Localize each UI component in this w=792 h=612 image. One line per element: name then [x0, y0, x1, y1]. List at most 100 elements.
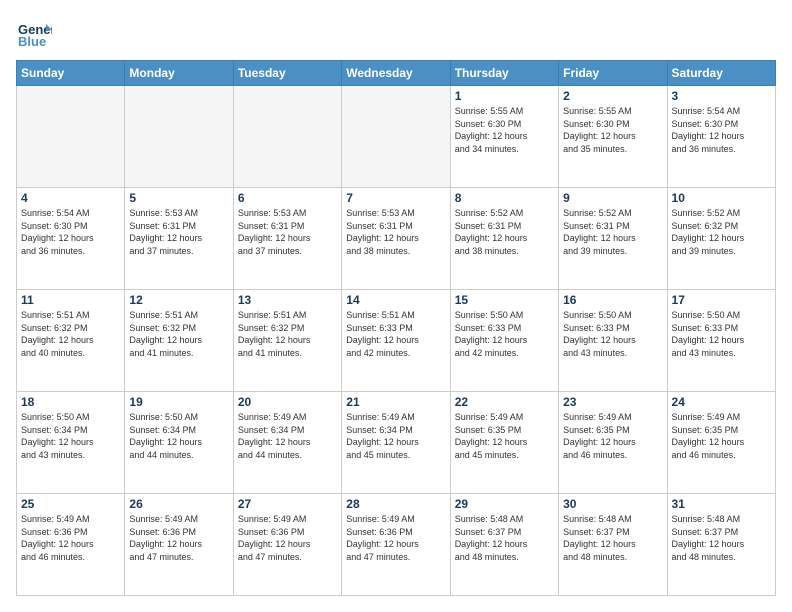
day-number: 12 [129, 293, 228, 307]
calendar-cell: 3 Sunrise: 5:54 AM Sunset: 6:30 PM Daylig… [667, 86, 775, 188]
day-info: Sunrise: 5:53 AM Sunset: 6:31 PM Dayligh… [238, 207, 337, 257]
calendar-cell: 25 Sunrise: 5:49 AM Sunset: 6:36 PM Dayli… [17, 494, 125, 596]
day-info: Sunrise: 5:49 AM Sunset: 6:36 PM Dayligh… [238, 513, 337, 563]
day-info: Sunrise: 5:55 AM Sunset: 6:30 PM Dayligh… [455, 105, 554, 155]
calendar-cell: 31 Sunrise: 5:48 AM Sunset: 6:37 PM Dayli… [667, 494, 775, 596]
day-info: Sunrise: 5:51 AM Sunset: 6:32 PM Dayligh… [129, 309, 228, 359]
day-number: 15 [455, 293, 554, 307]
calendar-cell: 18 Sunrise: 5:50 AM Sunset: 6:34 PM Dayli… [17, 392, 125, 494]
calendar-cell [342, 86, 450, 188]
day-number: 30 [563, 497, 662, 511]
calendar-cell: 1Sunrise: 5:55 AM Sunset: 6:30 PM Daylig… [450, 86, 558, 188]
day-info: Sunrise: 5:49 AM Sunset: 6:35 PM Dayligh… [563, 411, 662, 461]
week-row-1: 1Sunrise: 5:55 AM Sunset: 6:30 PM Daylig… [17, 86, 776, 188]
calendar-cell: 11 Sunrise: 5:51 AM Sunset: 6:32 PM Dayli… [17, 290, 125, 392]
day-info: Sunrise: 5:50 AM Sunset: 6:33 PM Dayligh… [672, 309, 771, 359]
day-number: 25 [21, 497, 120, 511]
day-number: 18 [21, 395, 120, 409]
calendar-cell: 14Sunrise: 5:51 AM Sunset: 6:33 PM Dayli… [342, 290, 450, 392]
weekday-header-friday: Friday [559, 61, 667, 86]
day-info: Sunrise: 5:49 AM Sunset: 6:34 PM Dayligh… [346, 411, 445, 461]
calendar-cell: 8 Sunrise: 5:52 AM Sunset: 6:31 PM Daylig… [450, 188, 558, 290]
calendar-cell [233, 86, 341, 188]
calendar-cell: 21 Sunrise: 5:49 AM Sunset: 6:34 PM Dayli… [342, 392, 450, 494]
day-info: Sunrise: 5:49 AM Sunset: 6:35 PM Dayligh… [672, 411, 771, 461]
day-info: Sunrise: 5:52 AM Sunset: 6:31 PM Dayligh… [455, 207, 554, 257]
day-info: Sunrise: 5:51 AM Sunset: 6:33 PM Dayligh… [346, 309, 445, 359]
calendar-cell: 29 Sunrise: 5:48 AM Sunset: 6:37 PM Dayli… [450, 494, 558, 596]
day-number: 26 [129, 497, 228, 511]
day-number: 11 [21, 293, 120, 307]
day-number: 31 [672, 497, 771, 511]
weekday-header-thursday: Thursday [450, 61, 558, 86]
day-info: Sunrise: 5:48 AM Sunset: 6:37 PM Dayligh… [455, 513, 554, 563]
week-row-3: 11 Sunrise: 5:51 AM Sunset: 6:32 PM Dayli… [17, 290, 776, 392]
day-info: Sunrise: 5:52 AM Sunset: 6:32 PM Dayligh… [672, 207, 771, 257]
svg-text:Blue: Blue [18, 34, 46, 49]
day-info: Sunrise: 5:49 AM Sunset: 6:36 PM Dayligh… [346, 513, 445, 563]
day-info: Sunrise: 5:50 AM Sunset: 6:33 PM Dayligh… [455, 309, 554, 359]
calendar-cell: 20 Sunrise: 5:49 AM Sunset: 6:34 PM Dayli… [233, 392, 341, 494]
day-number: 6 [238, 191, 337, 205]
calendar-cell: 10 Sunrise: 5:52 AM Sunset: 6:32 PM Dayli… [667, 188, 775, 290]
day-number: 28 [346, 497, 445, 511]
calendar-cell: 22 Sunrise: 5:49 AM Sunset: 6:35 PM Dayli… [450, 392, 558, 494]
day-number: 3 [672, 89, 771, 103]
calendar-cell: 24Sunrise: 5:49 AM Sunset: 6:35 PM Dayli… [667, 392, 775, 494]
day-number: 27 [238, 497, 337, 511]
calendar-cell: 5 Sunrise: 5:53 AM Sunset: 6:31 PM Daylig… [125, 188, 233, 290]
weekday-header-wednesday: Wednesday [342, 61, 450, 86]
day-info: Sunrise: 5:48 AM Sunset: 6:37 PM Dayligh… [563, 513, 662, 563]
day-number: 9 [563, 191, 662, 205]
calendar-cell: 19 Sunrise: 5:50 AM Sunset: 6:34 PM Dayli… [125, 392, 233, 494]
weekday-header-tuesday: Tuesday [233, 61, 341, 86]
calendar-cell [17, 86, 125, 188]
day-number: 8 [455, 191, 554, 205]
day-number: 4 [21, 191, 120, 205]
day-info: Sunrise: 5:51 AM Sunset: 6:32 PM Dayligh… [21, 309, 120, 359]
logo: General Blue [16, 16, 56, 52]
weekday-header-sunday: Sunday [17, 61, 125, 86]
week-row-2: 4 Sunrise: 5:54 AM Sunset: 6:30 PM Daylig… [17, 188, 776, 290]
week-row-4: 18 Sunrise: 5:50 AM Sunset: 6:34 PM Dayli… [17, 392, 776, 494]
day-number: 21 [346, 395, 445, 409]
day-info: Sunrise: 5:49 AM Sunset: 6:34 PM Dayligh… [238, 411, 337, 461]
day-info: Sunrise: 5:50 AM Sunset: 6:34 PM Dayligh… [21, 411, 120, 461]
calendar-cell [125, 86, 233, 188]
day-info: Sunrise: 5:49 AM Sunset: 6:35 PM Dayligh… [455, 411, 554, 461]
calendar-cell: 28 Sunrise: 5:49 AM Sunset: 6:36 PM Dayli… [342, 494, 450, 596]
calendar-cell: 7 Sunrise: 5:53 AM Sunset: 6:31 PM Daylig… [342, 188, 450, 290]
day-info: Sunrise: 5:51 AM Sunset: 6:32 PM Dayligh… [238, 309, 337, 359]
day-number: 7 [346, 191, 445, 205]
day-number: 5 [129, 191, 228, 205]
calendar-cell: 17 Sunrise: 5:50 AM Sunset: 6:33 PM Dayli… [667, 290, 775, 392]
header: General Blue [16, 16, 776, 52]
day-number: 29 [455, 497, 554, 511]
day-info: Sunrise: 5:49 AM Sunset: 6:36 PM Dayligh… [129, 513, 228, 563]
day-number: 10 [672, 191, 771, 205]
day-info: Sunrise: 5:49 AM Sunset: 6:36 PM Dayligh… [21, 513, 120, 563]
calendar-cell: 30 Sunrise: 5:48 AM Sunset: 6:37 PM Dayli… [559, 494, 667, 596]
calendar-cell: 6 Sunrise: 5:53 AM Sunset: 6:31 PM Daylig… [233, 188, 341, 290]
day-info: Sunrise: 5:48 AM Sunset: 6:37 PM Dayligh… [672, 513, 771, 563]
day-info: Sunrise: 5:54 AM Sunset: 6:30 PM Dayligh… [672, 105, 771, 155]
calendar-cell: 2Sunrise: 5:55 AM Sunset: 6:30 PM Daylig… [559, 86, 667, 188]
calendar-cell: 23 Sunrise: 5:49 AM Sunset: 6:35 PM Dayli… [559, 392, 667, 494]
calendar-cell: 16Sunrise: 5:50 AM Sunset: 6:33 PM Dayli… [559, 290, 667, 392]
weekday-header-saturday: Saturday [667, 61, 775, 86]
day-info: Sunrise: 5:53 AM Sunset: 6:31 PM Dayligh… [129, 207, 228, 257]
day-number: 22 [455, 395, 554, 409]
calendar-cell: 12 Sunrise: 5:51 AM Sunset: 6:32 PM Dayli… [125, 290, 233, 392]
calendar-cell: 26 Sunrise: 5:49 AM Sunset: 6:36 PM Dayli… [125, 494, 233, 596]
day-number: 20 [238, 395, 337, 409]
day-info: Sunrise: 5:50 AM Sunset: 6:34 PM Dayligh… [129, 411, 228, 461]
day-number: 17 [672, 293, 771, 307]
day-info: Sunrise: 5:52 AM Sunset: 6:31 PM Dayligh… [563, 207, 662, 257]
day-number: 2 [563, 89, 662, 103]
day-number: 19 [129, 395, 228, 409]
day-info: Sunrise: 5:53 AM Sunset: 6:31 PM Dayligh… [346, 207, 445, 257]
day-number: 23 [563, 395, 662, 409]
day-info: Sunrise: 5:54 AM Sunset: 6:30 PM Dayligh… [21, 207, 120, 257]
logo-icon: General Blue [16, 16, 52, 52]
calendar-cell: 4 Sunrise: 5:54 AM Sunset: 6:30 PM Daylig… [17, 188, 125, 290]
